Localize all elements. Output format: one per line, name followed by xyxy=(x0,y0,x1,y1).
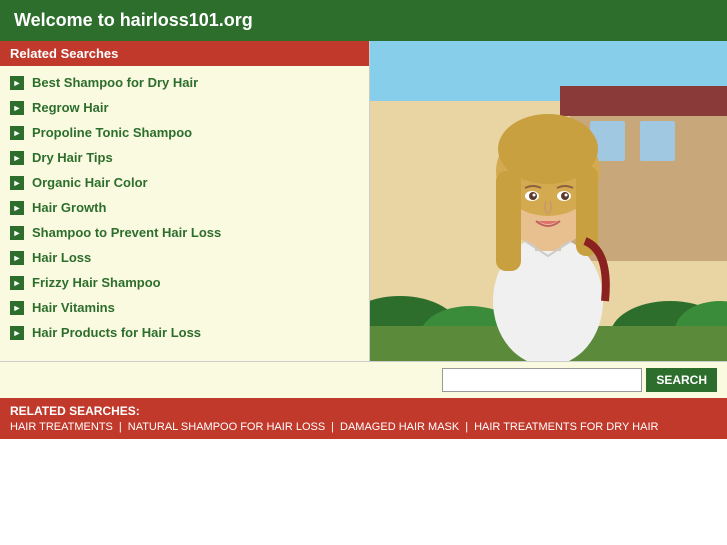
link-item[interactable]: ► Hair Growth xyxy=(0,195,369,220)
footer-related-label: RELATED SEARCHES: xyxy=(10,404,717,418)
link-item[interactable]: ► Frizzy Hair Shampoo xyxy=(0,270,369,295)
arrow-icon: ► xyxy=(10,226,24,240)
search-input[interactable] xyxy=(442,368,642,392)
link-item[interactable]: ► Hair Loss xyxy=(0,245,369,270)
footer-separator: | xyxy=(331,421,334,433)
link-item[interactable]: ► Organic Hair Color xyxy=(0,170,369,195)
link-label: Shampoo to Prevent Hair Loss xyxy=(32,225,221,240)
link-label: Propoline Tonic Shampoo xyxy=(32,125,192,140)
link-label: Hair Loss xyxy=(32,250,91,265)
link-item[interactable]: ► Hair Products for Hair Loss xyxy=(0,320,369,345)
link-list: ► Best Shampoo for Dry Hair ► Regrow Hair ► P… xyxy=(0,66,369,349)
link-label: Organic Hair Color xyxy=(32,175,148,190)
link-item[interactable]: ► Dry Hair Tips xyxy=(0,145,369,170)
arrow-icon: ► xyxy=(10,101,24,115)
link-label: Hair Vitamins xyxy=(32,300,115,315)
footer-link[interactable]: HAIR TREATMENTS FOR DRY HAIR xyxy=(474,421,658,433)
arrow-icon: ► xyxy=(10,176,24,190)
arrow-icon: ► xyxy=(10,201,24,215)
related-searches-header: Related Searches xyxy=(0,41,369,66)
link-label: Hair Growth xyxy=(32,200,106,215)
link-label: Hair Products for Hair Loss xyxy=(32,325,201,340)
main-container: Related Searches ► Best Shampoo for Dry H… xyxy=(0,41,727,361)
footer-links: HAIR TREATMENTS | NATURAL SHAMPOO FOR HAIR… xyxy=(10,421,717,433)
arrow-icon: ► xyxy=(10,151,24,165)
header-title: Welcome to hairloss101.org xyxy=(14,10,253,30)
link-item[interactable]: ► Shampoo to Prevent Hair Loss xyxy=(0,220,369,245)
footer: RELATED SEARCHES: HAIR TREATMENTS | NATURA… xyxy=(0,398,727,439)
link-label: Best Shampoo for Dry Hair xyxy=(32,75,198,90)
arrow-icon: ► xyxy=(10,276,24,290)
arrow-icon: ► xyxy=(10,76,24,90)
footer-link[interactable]: HAIR TREATMENTS xyxy=(10,421,113,433)
link-item[interactable]: ► Best Shampoo for Dry Hair xyxy=(0,70,369,95)
footer-separator: | xyxy=(119,421,122,433)
link-item[interactable]: ► Regrow Hair xyxy=(0,95,369,120)
page-header: Welcome to hairloss101.org xyxy=(0,0,727,41)
link-label: Regrow Hair xyxy=(32,100,109,115)
arrow-icon: ► xyxy=(10,326,24,340)
link-label: Frizzy Hair Shampoo xyxy=(32,275,161,290)
right-panel xyxy=(370,41,727,361)
left-panel: Related Searches ► Best Shampoo for Dry H… xyxy=(0,41,370,361)
search-button[interactable]: SEARCH xyxy=(646,368,717,392)
arrow-icon: ► xyxy=(10,126,24,140)
footer-link[interactable]: NATURAL SHAMPOO FOR HAIR LOSS xyxy=(128,421,325,433)
link-label: Dry Hair Tips xyxy=(32,150,113,165)
link-item[interactable]: ► Propoline Tonic Shampoo xyxy=(0,120,369,145)
search-row: SEARCH xyxy=(0,361,727,398)
link-item[interactable]: ► Hair Vitamins xyxy=(0,295,369,320)
footer-separator: | xyxy=(465,421,468,433)
arrow-icon: ► xyxy=(10,251,24,265)
arrow-icon: ► xyxy=(10,301,24,315)
footer-link[interactable]: DAMAGED HAIR MASK xyxy=(340,421,459,433)
hero-image xyxy=(370,41,727,361)
